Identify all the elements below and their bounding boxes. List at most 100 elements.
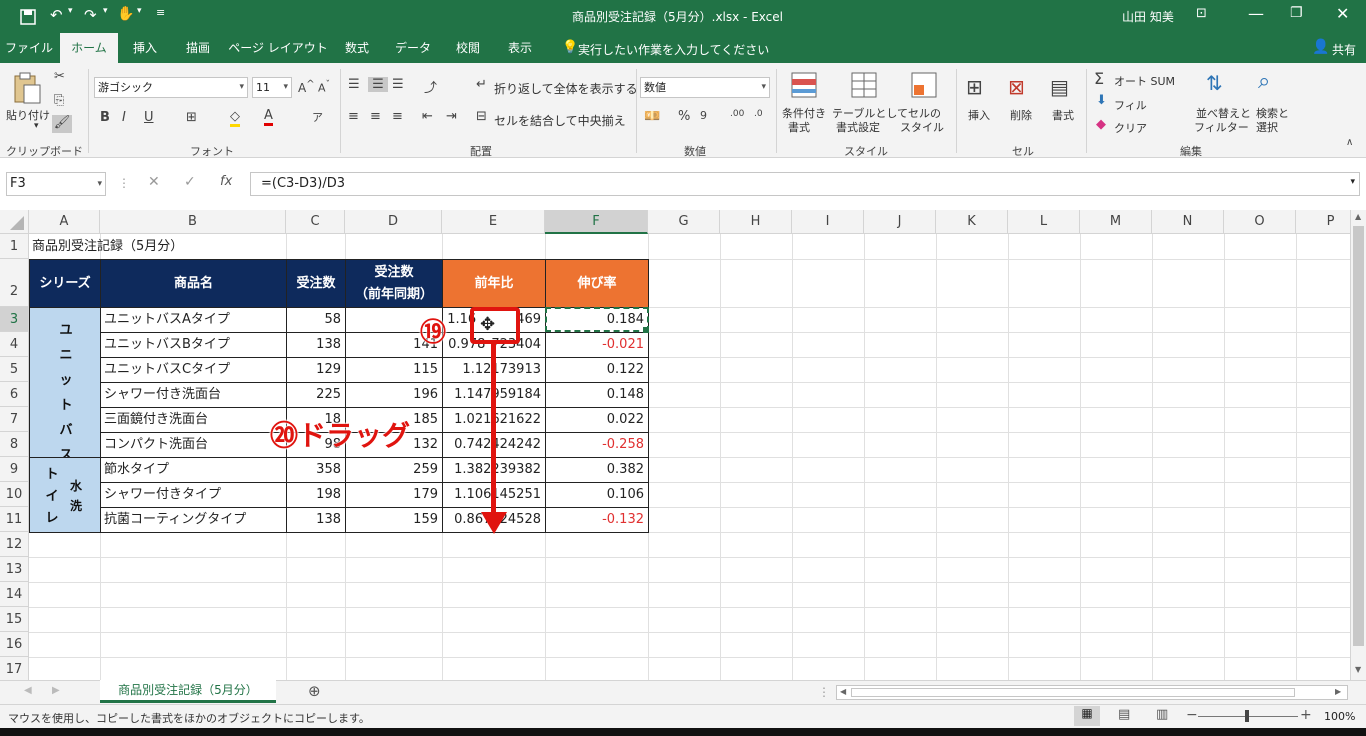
font-shrink-icon[interactable]: Aˇ — [318, 79, 330, 95]
row-header-8[interactable]: 8 — [0, 432, 29, 457]
prev-sheet-icon[interactable]: ◀ — [24, 685, 32, 696]
growth-cell[interactable]: 0.022 — [545, 407, 649, 433]
column-header-G[interactable]: G — [648, 210, 720, 234]
format-cells-icon[interactable]: ▤ — [1050, 75, 1069, 99]
product-cell[interactable]: シャワー付き洗面台 — [100, 382, 287, 408]
hscroll-thumb[interactable] — [851, 688, 1295, 697]
orientation-icon[interactable]: ⤴ — [424, 77, 437, 96]
format-as-table-icon[interactable] — [850, 71, 880, 101]
product-cell[interactable]: ユニットバスBタイプ — [100, 332, 287, 358]
orders-cell[interactable]: 198 — [286, 482, 346, 508]
growth-cell[interactable]: -0.132 — [545, 507, 649, 533]
zoom-out-icon[interactable]: − — [1186, 707, 1198, 723]
row-header-9[interactable]: 9 — [0, 457, 29, 482]
column-header-B[interactable]: B — [100, 210, 286, 234]
growth-cell[interactable]: 0.148 — [545, 382, 649, 408]
paste-button[interactable]: 貼り付け — [6, 107, 50, 123]
sheet-tab-active[interactable]: 商品別受注記録（5月分） — [100, 680, 276, 703]
orders-cell[interactable]: 58 — [286, 307, 346, 333]
scroll-down-icon[interactable]: ▼ — [1355, 665, 1361, 674]
tell-me-input[interactable]: 実行したい作業を入力してください — [578, 41, 769, 58]
scroll-left-icon[interactable]: ◀ — [840, 687, 846, 696]
orders-prev-cell[interactable]: 196 — [345, 382, 443, 408]
wrap-text-icon[interactable]: ↵ — [476, 77, 487, 92]
redo-dropdown[interactable]: ▾ — [103, 6, 108, 16]
column-header-J[interactable]: J — [864, 210, 936, 234]
align-center-icon[interactable]: ≡ — [370, 109, 381, 124]
header-growth[interactable]: 伸び率 — [545, 259, 649, 308]
decrease-indent-icon[interactable]: ⇤ — [422, 109, 433, 124]
product-cell[interactable]: 節水タイプ — [100, 457, 287, 483]
merge-button[interactable]: セルを結合して中央揃え — [494, 112, 626, 129]
product-cell[interactable]: 抗菌コーティングタイプ — [100, 507, 287, 533]
tab-view[interactable]: 表示 — [496, 33, 544, 63]
align-bottom-icon[interactable]: ☰ — [392, 77, 404, 92]
header-series[interactable]: シリーズ — [29, 259, 101, 308]
number-format-select[interactable]: 数値 ▾ — [640, 77, 770, 98]
autosum-button[interactable]: オート SUM — [1114, 73, 1175, 89]
share-button[interactable]: 共有 — [1332, 41, 1356, 58]
scroll-up-icon[interactable]: ▲ — [1355, 212, 1361, 221]
save-icon[interactable] — [20, 9, 36, 25]
decrease-decimal-icon[interactable]: .0 — [754, 109, 763, 119]
normal-view-icon[interactable]: ▦ — [1074, 706, 1100, 726]
insert-function-icon[interactable]: fx — [220, 174, 232, 189]
tab-file[interactable]: ファイル — [0, 33, 58, 63]
formula-input[interactable]: =(C3-D3)/D3 ▾ — [250, 172, 1360, 196]
autosum-icon[interactable]: Σ — [1094, 69, 1104, 88]
sort-filter-icon[interactable]: ⇅ — [1206, 71, 1223, 95]
orders-cell[interactable]: 225 — [286, 382, 346, 408]
column-header-N[interactable]: N — [1152, 210, 1224, 234]
increase-decimal-icon[interactable]: .00 — [730, 109, 744, 119]
next-sheet-icon[interactable]: ▶ — [52, 685, 60, 696]
wrap-text-button[interactable]: 折り返して全体を表示する — [494, 80, 638, 97]
column-header-C[interactable]: C — [286, 210, 345, 234]
paste-icon[interactable] — [12, 71, 42, 105]
series-cell-unitbath[interactable]: ユニットバス — [29, 307, 101, 458]
undo-icon[interactable]: ↶ — [50, 6, 63, 24]
underline-icon[interactable]: U — [144, 110, 154, 125]
orders-prev-cell[interactable]: 179 — [345, 482, 443, 508]
minimize-icon[interactable]: — — [1248, 4, 1264, 23]
clear-icon[interactable]: ◆ — [1096, 117, 1106, 132]
column-header-D[interactable]: D — [345, 210, 442, 234]
insert-cells-button[interactable]: 挿入 — [968, 107, 990, 123]
align-left-icon[interactable]: ≡ — [348, 109, 359, 124]
currency-icon[interactable]: 💴 — [644, 109, 660, 124]
growth-cell[interactable]: 0.122 — [545, 357, 649, 383]
clear-button[interactable]: クリア — [1114, 120, 1147, 136]
paste-dropdown[interactable]: ▾ — [34, 121, 39, 131]
product-cell[interactable]: ユニットバスAタイプ — [100, 307, 287, 333]
zoom-in-icon[interactable]: + — [1300, 707, 1312, 723]
font-size-select[interactable]: 11 ▾ — [252, 77, 292, 98]
font-color-icon[interactable]: A — [264, 108, 273, 126]
italic-icon[interactable]: I — [122, 110, 126, 125]
touch-mode-icon[interactable]: ✋ — [117, 6, 134, 22]
growth-cell[interactable]: 0.382 — [545, 457, 649, 483]
tab-page-layout[interactable]: ページ レイアウト — [228, 33, 328, 63]
align-right-icon[interactable]: ≡ — [392, 109, 403, 124]
add-sheet-icon[interactable]: ⊕ — [308, 682, 321, 700]
tab-home[interactable]: ホーム — [60, 33, 118, 63]
growth-cell[interactable]: 0.106 — [545, 482, 649, 508]
spreadsheet-grid[interactable]: ABCDEFGHIJKLMNOP 1 2 3 4 5 6 7 8 9 10 11 12 13 14 15 16… — [0, 210, 1350, 680]
header-orders[interactable]: 受注数 — [286, 259, 346, 308]
tab-draw[interactable]: 描画 — [174, 33, 222, 63]
header-product[interactable]: 商品名 — [100, 259, 287, 308]
fill-button[interactable]: フィル — [1114, 97, 1147, 113]
orders-cell[interactable]: 138 — [286, 507, 346, 533]
font-name-select[interactable]: 游ゴシック ▾ — [94, 77, 248, 98]
row-header-2[interactable]: 2 — [0, 259, 29, 307]
border-icon[interactable]: ⊞ — [186, 110, 197, 125]
fill-icon[interactable]: ⬇ — [1096, 93, 1107, 108]
row-header-6[interactable]: 6 — [0, 382, 29, 407]
horizontal-scrollbar[interactable]: ◀ ▶ — [836, 685, 1348, 700]
column-header-K[interactable]: K — [936, 210, 1008, 234]
tab-formulas[interactable]: 数式 — [334, 33, 380, 63]
column-header-F[interactable]: F — [545, 210, 648, 234]
column-header-A[interactable]: A — [29, 210, 100, 234]
orders-cell[interactable]: 138 — [286, 332, 346, 358]
column-header-L[interactable]: L — [1008, 210, 1080, 234]
conditional-format-icon[interactable] — [790, 71, 820, 101]
fill-handle[interactable] — [643, 327, 649, 333]
